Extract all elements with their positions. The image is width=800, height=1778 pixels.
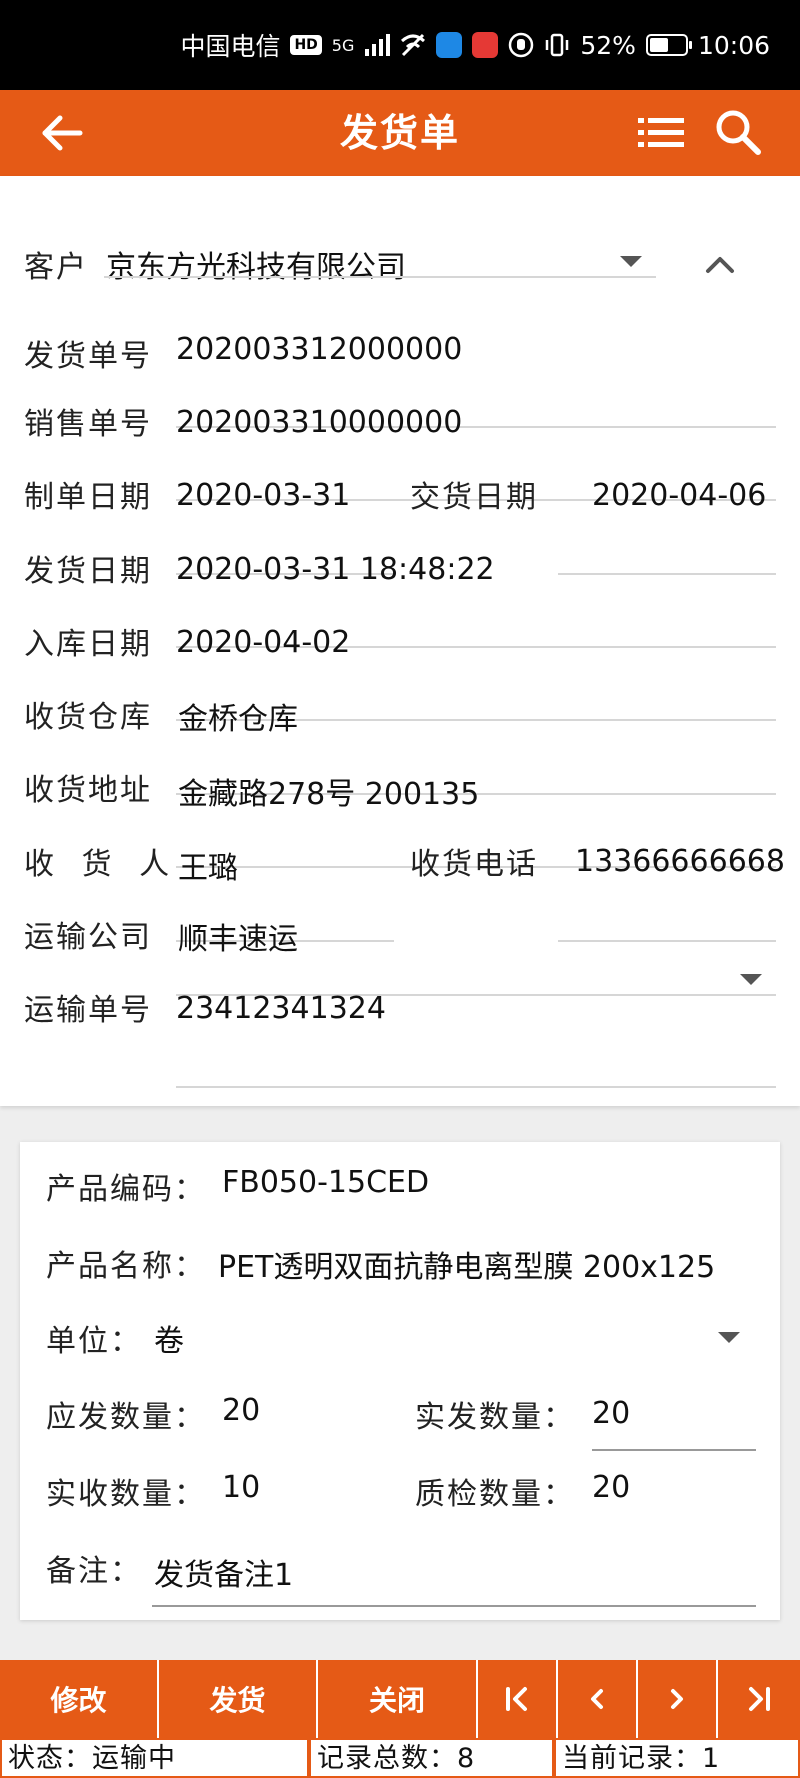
unit-dropdown-icon[interactable] xyxy=(718,1332,740,1343)
qc-qty-label: 质检数量： xyxy=(415,1477,575,1512)
wifi-off-icon xyxy=(400,33,426,57)
ship-date-label: 发货日期 xyxy=(24,554,152,589)
battery-percent: 52% xyxy=(580,30,636,60)
chevron-left-icon xyxy=(591,1689,603,1709)
tracking-underline xyxy=(176,1086,776,1088)
close-button[interactable]: 关闭 xyxy=(318,1660,478,1738)
last-record-button[interactable] xyxy=(718,1660,800,1738)
receiver-label: 收 货 人 xyxy=(24,847,179,882)
qc-qty-value: 20 xyxy=(592,1470,631,1505)
reader-app-icon xyxy=(472,32,499,58)
unit-select[interactable]: 卷 xyxy=(154,1316,184,1360)
remark-label: 备注： xyxy=(46,1554,142,1589)
hd-badge: HD xyxy=(290,35,322,55)
record-current: 当前记录：1 xyxy=(554,1740,800,1778)
status-bar: 中国电信 HD 5G 52% 10:06 xyxy=(0,0,800,90)
product-name-value: PET透明双面抗静电离型膜 200x125 xyxy=(218,1250,716,1285)
product-name-label: 产品名称： xyxy=(46,1249,206,1284)
ship-button[interactable]: 发货 xyxy=(159,1660,318,1738)
actual-qty-underline xyxy=(592,1449,756,1451)
received-qty-value: 10 xyxy=(222,1470,261,1505)
vibrate-icon xyxy=(544,32,570,58)
ship-no-field[interactable]: 202003312000000 xyxy=(176,332,462,367)
sales-no-label: 销售单号 xyxy=(24,407,152,442)
record-state: 状态：运输中 xyxy=(0,1740,309,1778)
edit-button[interactable]: 修改 xyxy=(0,1660,159,1738)
browser-app-icon xyxy=(436,32,463,58)
product-card: 产品编码： FB050-15CED 产品名称： PET透明双面抗静电离型膜 20… xyxy=(20,1142,780,1620)
first-record-button[interactable] xyxy=(478,1660,558,1738)
customer-label: 客户 xyxy=(24,250,88,285)
stock-date-field[interactable]: 2020-04-02 xyxy=(176,625,350,660)
hand-app-icon xyxy=(508,32,534,58)
battery-icon xyxy=(645,34,692,56)
product-code-value: FB050-15CED xyxy=(222,1165,430,1200)
address-label: 收货地址 xyxy=(24,773,152,808)
record-total: 记录总数：8 xyxy=(309,1740,554,1778)
prev-record-button[interactable] xyxy=(558,1660,638,1738)
received-qty-label: 实收数量： xyxy=(46,1477,206,1512)
carrier-name: 中国电信 xyxy=(180,32,281,61)
sales-no-field[interactable]: 202003310000000 xyxy=(176,405,462,440)
list-icon[interactable] xyxy=(636,110,686,156)
search-icon[interactable] xyxy=(712,106,764,158)
signal-icon xyxy=(364,34,391,56)
ship-no-label: 发货单号 xyxy=(24,339,152,374)
carrier-dropdown-icon[interactable] xyxy=(740,974,762,985)
clock: 10:06 xyxy=(697,30,770,60)
delivery-date-field[interactable]: 2020-04-06 xyxy=(592,478,766,513)
create-date-label: 制单日期 xyxy=(24,480,152,515)
create-date-field[interactable]: 2020-03-31 xyxy=(176,478,350,513)
action-bar: 修改 发货 关闭 xyxy=(0,1660,800,1738)
product-code-label: 产品编码： xyxy=(46,1172,206,1207)
stock-date-label: 入库日期 xyxy=(24,627,152,662)
phone-underline xyxy=(558,940,776,942)
tracking-field[interactable]: 23412341324 xyxy=(176,991,386,1026)
due-qty-value: 20 xyxy=(222,1393,261,1428)
delivery-date-underline xyxy=(558,573,776,575)
shipment-form: 客户 京东方光科技有限公司 发货单号 202003312000000 销售单号 … xyxy=(0,176,800,1106)
carrier-select[interactable]: 顺丰速运 xyxy=(178,914,298,958)
chevron-right-icon xyxy=(671,1689,683,1709)
warehouse-label: 收货仓库 xyxy=(24,700,152,735)
record-status-line: 状态：运输中 记录总数：8 当前记录：1 xyxy=(0,1738,800,1778)
customer-underline xyxy=(104,276,656,278)
next-record-button[interactable] xyxy=(638,1660,718,1738)
due-qty-label: 应发数量： xyxy=(46,1400,206,1435)
collapse-chevron-up-icon[interactable] xyxy=(705,254,735,274)
delivery-date-label: 交货日期 xyxy=(410,480,538,515)
customer-dropdown-icon[interactable] xyxy=(620,256,642,267)
remark-underline xyxy=(152,1605,756,1607)
first-page-icon xyxy=(506,1687,527,1711)
app-bar: 发货单 xyxy=(0,90,800,176)
remark-input[interactable]: 发货备注1 xyxy=(154,1550,293,1594)
ship-date-field[interactable]: 2020-03-31 18:48:22 xyxy=(176,552,495,587)
warehouse-field[interactable]: 金桥仓库 xyxy=(178,694,298,738)
network-type: 5G xyxy=(331,35,355,55)
customer-select[interactable]: 京东方光科技有限公司 xyxy=(106,242,406,286)
phone-field[interactable]: 13366666668 xyxy=(575,844,785,879)
last-page-icon xyxy=(749,1687,770,1711)
tracking-label: 运输单号 xyxy=(24,993,152,1028)
address-field[interactable]: 金藏路278号 200135 xyxy=(178,769,479,813)
actual-qty-input[interactable]: 20 xyxy=(592,1396,630,1431)
receiver-field[interactable]: 王璐 xyxy=(178,843,238,887)
carrier-label: 运输公司 xyxy=(24,920,152,955)
actual-qty-label: 实发数量： xyxy=(415,1400,575,1435)
phone-label: 收货电话 xyxy=(410,847,538,882)
unit-label: 单位： xyxy=(46,1324,142,1359)
